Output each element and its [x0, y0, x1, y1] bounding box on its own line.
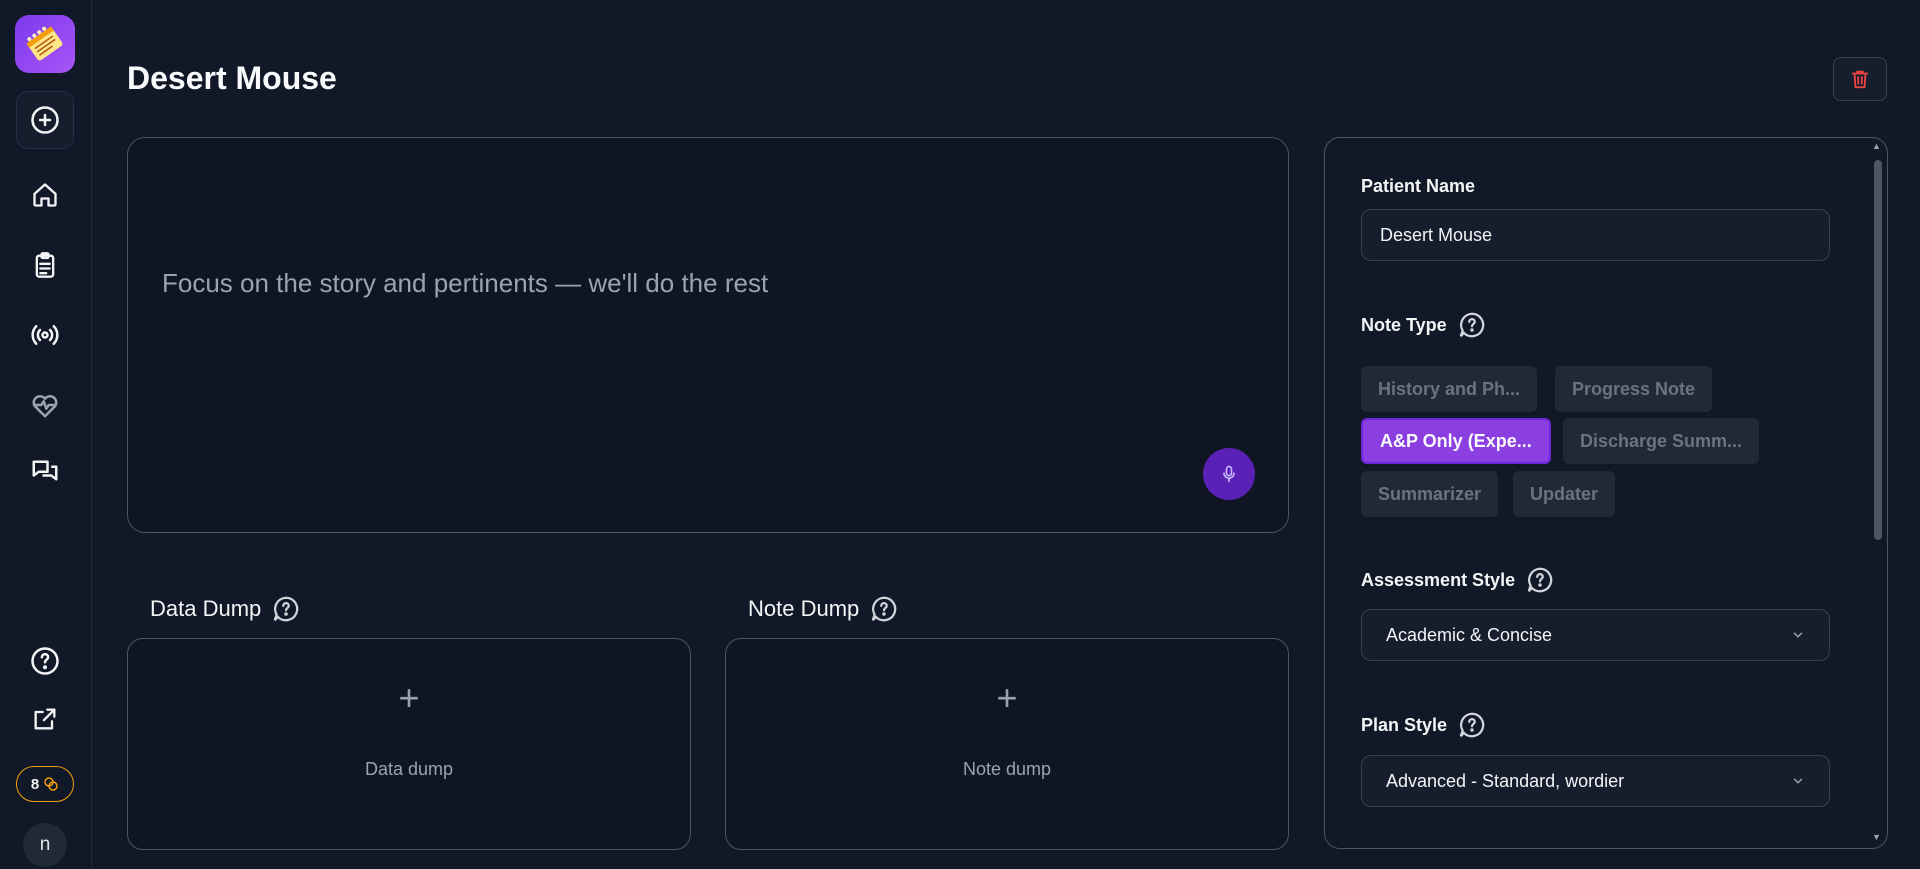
coins-icon — [44, 777, 58, 791]
note-dump-dropzone[interactable]: + Note dump — [725, 638, 1289, 850]
plus-icon: + — [996, 677, 1018, 718]
assessment-style-label-text: Assessment Style — [1361, 569, 1516, 590]
patient-name-input[interactable]: Desert Mouse — [1361, 209, 1830, 261]
nav-health[interactable] — [26, 386, 64, 424]
assessment-style-label: Assessment Style — [1361, 565, 1555, 595]
help-bubble-icon[interactable] — [1525, 565, 1555, 595]
new-note-button[interactable] — [16, 91, 74, 149]
settings-panel: Patient Name Desert Mouse Note Type Hist… — [1324, 137, 1888, 849]
chevron-down-icon — [1793, 778, 1803, 784]
scroll-up-arrow[interactable]: ▲ — [1872, 141, 1881, 151]
story-placeholder: Focus on the story and pertinents — we'l… — [162, 268, 769, 298]
nav-live[interactable] — [26, 316, 64, 354]
note-type-chip[interactable]: Summarizer — [1361, 471, 1499, 517]
note-type-chip-active[interactable]: A&P Only (Expe... — [1361, 418, 1551, 464]
plan-style-label: Plan Style — [1361, 710, 1487, 740]
microphone-icon — [1223, 465, 1235, 483]
note-dump-label: Note dump — [962, 759, 1052, 779]
plan-style-select[interactable]: Advanced - Standard, wordier — [1361, 755, 1830, 807]
chip-label: History and Ph... — [1378, 378, 1521, 399]
plus-icon: + — [398, 677, 420, 718]
app-logo[interactable] — [15, 15, 75, 73]
plan-style-value: Advanced - Standard, wordier — [1386, 770, 1625, 791]
data-dump-label: Data dump — [364, 759, 454, 779]
broadcast-icon — [31, 325, 59, 345]
chevron-down-icon — [1793, 632, 1803, 638]
clipboard-icon — [35, 252, 55, 278]
note-type-label-text: Note Type — [1361, 314, 1447, 335]
note-dump-heading-text: Note Dump — [748, 596, 860, 621]
chip-label: Updater — [1530, 483, 1599, 504]
nav-external[interactable] — [26, 700, 64, 738]
chip-label: A&P Only (Expe... — [1380, 430, 1532, 451]
plan-style-label-text: Plan Style — [1361, 714, 1448, 735]
data-dump-heading-text: Data Dump — [150, 596, 262, 621]
note-type-chip[interactable]: Progress Note — [1555, 366, 1713, 412]
chip-label: Progress Note — [1572, 378, 1696, 399]
note-type-chip[interactable]: Updater — [1513, 471, 1616, 517]
note-type-chip[interactable]: Discharge Summ... — [1563, 418, 1760, 464]
patient-name-value: Desert Mouse — [1380, 224, 1493, 245]
delete-button[interactable] — [1833, 57, 1887, 101]
scroll-down-arrow[interactable]: ▼ — [1872, 832, 1881, 842]
note-type-label: Note Type — [1361, 310, 1487, 340]
home-icon — [33, 183, 57, 207]
credits-badge[interactable]: 8 — [16, 766, 74, 802]
data-dump-heading: Data Dump — [150, 594, 301, 624]
data-dump-dropzone[interactable]: + Data dump — [127, 638, 691, 850]
help-bubble-icon[interactable] — [1457, 710, 1487, 740]
panel-scrollbar[interactable]: ▲ ▼ — [1868, 138, 1887, 848]
microphone-button[interactable] — [1203, 448, 1255, 500]
assessment-style-value: Academic & Concise — [1386, 624, 1553, 645]
plus-circle-icon — [31, 106, 59, 134]
page-title: Desert Mouse — [127, 60, 337, 96]
story-textarea[interactable]: Focus on the story and pertinents — we'l… — [127, 137, 1289, 533]
trash-icon — [1851, 70, 1869, 89]
patient-name-label-text: Patient Name — [1361, 176, 1476, 196]
assessment-style-select[interactable]: Academic & Concise — [1361, 609, 1830, 661]
help-bubble-icon[interactable] — [271, 594, 301, 624]
chip-label: Summarizer — [1378, 483, 1482, 504]
heartbeat-icon — [32, 395, 58, 418]
user-avatar[interactable]: n — [23, 823, 67, 867]
external-link-icon — [34, 708, 56, 730]
help-icon — [31, 647, 59, 675]
app-root: 8 n Desert Mouse Focus on the story and … — [0, 0, 1920, 869]
note-type-chip[interactable]: History and Ph... — [1361, 366, 1538, 412]
help-bubble-icon[interactable] — [869, 594, 899, 624]
note-dump-heading: Note Dump — [748, 594, 899, 624]
credits-count: 8 — [30, 775, 40, 793]
nav-notes[interactable] — [26, 246, 64, 284]
patient-name-label: Patient Name — [1361, 176, 1475, 197]
chat-icon — [32, 460, 58, 481]
chip-label: Discharge Summ... — [1580, 430, 1743, 451]
scroll-thumb[interactable] — [1874, 160, 1882, 540]
nav-help[interactable] — [26, 642, 64, 680]
nav-home[interactable] — [26, 176, 64, 214]
avatar-initial: n — [39, 834, 51, 855]
nav-chat[interactable] — [26, 454, 64, 492]
help-bubble-icon[interactable] — [1457, 310, 1487, 340]
sidebar: 8 n — [0, 0, 92, 869]
